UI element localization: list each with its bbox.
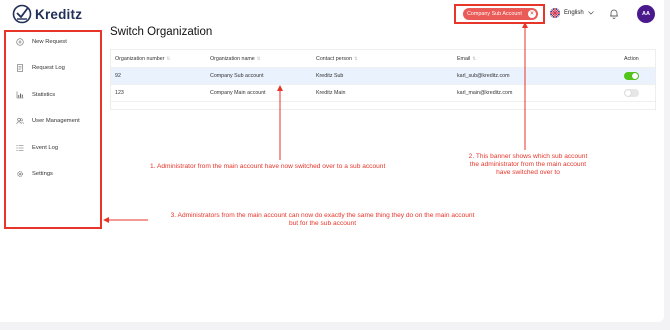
switch-organization-toggle[interactable] (624, 72, 639, 80)
cell-organization-number: 92 (115, 73, 121, 79)
sidebar-item-label: User Management (32, 118, 80, 124)
sort-icon: ⇅ (353, 55, 358, 61)
note-line: but for the sub account (288, 220, 357, 228)
sidebar-item-label: Settings (32, 171, 53, 177)
list-icon (16, 145, 24, 151)
org-banner[interactable]: Company Sub Account × (463, 8, 538, 20)
app-window: Kreditz Company Sub Account × English AA (0, 0, 664, 322)
note-line: the administrator from the main account (469, 161, 587, 169)
chevron-down-icon (587, 11, 594, 15)
sort-icon: ⇅ (166, 55, 171, 61)
cell-action (624, 68, 639, 84)
sidebar-item-statistics[interactable]: Statistics (16, 91, 55, 99)
cell-email: karl_main@kreditz.com (457, 90, 513, 96)
sidebar-item-label: New Request (32, 39, 67, 45)
close-icon[interactable]: × (528, 10, 536, 18)
kreditz-logo[interactable]: Kreditz (12, 4, 82, 24)
sidebar-item-label: Request Log (32, 65, 65, 71)
sidebar-item-new-request[interactable]: New Request (16, 38, 67, 46)
avatar[interactable]: AA (637, 5, 655, 23)
language-selector[interactable]: English (550, 8, 594, 18)
column-header-email[interactable]: Email ⇅ (457, 50, 476, 67)
sidebar-item-event-log[interactable]: Event Log (16, 144, 58, 152)
cell-contact-person: Kreditz Main (316, 90, 346, 96)
note-line: 3. Administrators from the main account … (170, 212, 475, 219)
cell-action (624, 85, 639, 101)
sidebar-item-user-management[interactable]: User Management (16, 117, 80, 125)
cell-email: karl_sub@kreditz.com (457, 73, 510, 79)
users-icon (16, 117, 24, 125)
annotation-note-2: 2. This banner shows which sub account t… (458, 153, 598, 178)
cell-contact-person: Kreditz Sub (316, 73, 344, 79)
org-banner-label: Company Sub Account (467, 11, 522, 17)
logo-check-icon (12, 4, 32, 24)
column-header-contact-person[interactable]: Contact person ⇅ (316, 50, 358, 67)
note-line: 2. This banner shows which sub account (468, 153, 588, 160)
column-header-action: Action (624, 50, 639, 67)
sidebar-item-settings[interactable]: Settings (16, 170, 53, 178)
column-label: Action (624, 55, 639, 62)
gear-icon (17, 171, 23, 177)
document-icon (16, 64, 24, 72)
table-row[interactable]: 123 Company Main account Kreditz Main ka… (111, 85, 655, 102)
sidebar-item-request-log[interactable]: Request Log (16, 64, 65, 72)
bar-chart-icon (16, 91, 24, 99)
sidebar-item-label: Statistics (32, 92, 56, 98)
cell-organization-name: Company Sub account (210, 73, 264, 79)
column-label: Organization name (210, 55, 255, 62)
table-footer (111, 102, 655, 109)
uk-flag-icon (550, 8, 560, 18)
column-header-organization-name[interactable]: Organization name ⇅ (210, 50, 261, 67)
sidebar-item-label: Event Log (32, 145, 59, 151)
column-label: Contact person (316, 55, 352, 62)
organizations-table: Organization number ⇅ Organization name ⇅ … (110, 49, 656, 110)
language-label: English (564, 10, 584, 16)
bell-icon[interactable] (609, 8, 619, 19)
plus-circle-icon (16, 38, 24, 46)
page-title: Switch Organization (110, 26, 213, 38)
brand-name: Kreditz (35, 6, 83, 22)
switch-organization-toggle[interactable] (624, 89, 639, 97)
column-header-organization-number[interactable]: Organization number ⇅ (115, 50, 170, 67)
note-line: have switched over to (496, 169, 560, 177)
sidebar: New Request Request Log Statistics User … (4, 30, 102, 229)
sort-icon: ⇅ (256, 55, 261, 61)
column-label: Email (457, 55, 471, 62)
table-header-row: Organization number ⇅ Organization name ⇅ … (111, 50, 655, 68)
cell-organization-name: Company Main account (210, 90, 266, 96)
annotation-note-3: 3. Administrators from the main account … (150, 212, 495, 228)
column-label: Organization number (115, 55, 165, 62)
annotation-note-1: 1. Administrator from the main account h… (150, 163, 386, 170)
sort-icon: ⇅ (472, 55, 477, 61)
cell-organization-number: 123 (115, 90, 124, 96)
table-row[interactable]: 92 Company Sub account Kreditz Sub karl_… (111, 68, 655, 85)
